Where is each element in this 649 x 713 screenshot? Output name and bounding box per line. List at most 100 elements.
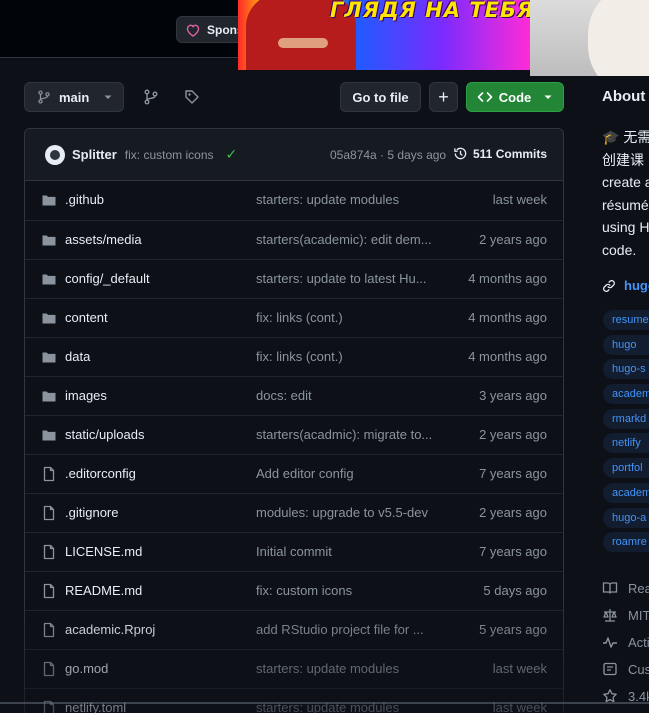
file-name-link[interactable]: .editorconfig bbox=[65, 466, 136, 481]
go-to-file-button[interactable]: Go to file bbox=[340, 82, 421, 112]
file-name-link[interactable]: go.mod bbox=[65, 661, 108, 676]
heart-icon bbox=[186, 24, 200, 37]
branch-select-button[interactable]: main bbox=[24, 82, 124, 112]
code-button[interactable]: Code bbox=[466, 82, 564, 112]
sidebar-meta-link[interactable]: Activity bbox=[602, 630, 649, 654]
file-commit-message-link[interactable]: starters(academic): edit dem... bbox=[256, 232, 436, 247]
commit-count-link[interactable]: 511 Commits bbox=[453, 146, 547, 161]
file-commit-message-link[interactable]: starters: update to latest Hu... bbox=[256, 271, 436, 286]
file-commit-date: 2 years ago bbox=[479, 427, 547, 442]
link-icon bbox=[603, 279, 615, 292]
about-description: 🎓 无需 创建课 create a résumé using H code. bbox=[602, 126, 649, 262]
topic-tag[interactable]: portfol bbox=[603, 458, 649, 479]
file-commit-message-link[interactable]: add RStudio project file for ... bbox=[256, 622, 436, 637]
topic-tag[interactable]: academ bbox=[603, 384, 649, 405]
homepage-link-label: hugo bbox=[624, 278, 649, 293]
file-commit-date: 4 months ago bbox=[468, 310, 547, 325]
file-icon bbox=[41, 466, 57, 482]
branch-icon bbox=[38, 90, 50, 104]
commit-author[interactable]: Splitter bbox=[72, 147, 117, 162]
file-name-link[interactable]: images bbox=[65, 388, 107, 403]
chevron-down-icon bbox=[104, 95, 112, 99]
file-commit-date: 2 years ago bbox=[479, 505, 547, 520]
file-commit-message-link[interactable]: starters(acadmic): migrate to... bbox=[256, 427, 436, 442]
sidebar-meta-link[interactable]: 3.4k bbox=[602, 684, 649, 708]
file-commit-message-link[interactable]: starters: update modules bbox=[256, 661, 436, 676]
file-commit-date: 7 years ago bbox=[479, 466, 547, 481]
file-commit-date: last week bbox=[492, 661, 547, 676]
add-file-button[interactable]: + bbox=[429, 82, 458, 112]
file-commit-message-link[interactable]: Add editor config bbox=[256, 466, 436, 481]
book-icon bbox=[602, 580, 618, 596]
table-row[interactable]: .editorconfig Add editor config 7 years ag… bbox=[25, 454, 563, 493]
table-row[interactable]: content fix: links (cont.) 4 months ago bbox=[25, 298, 563, 337]
file-commit-message-link[interactable]: Initial commit bbox=[256, 544, 436, 559]
sidebar-meta-label: Activity bbox=[628, 634, 649, 650]
file-commit-message-link[interactable]: fix: links (cont.) bbox=[256, 310, 436, 325]
file-name-link[interactable]: .gitignore bbox=[65, 505, 118, 520]
commit-hash-time[interactable]: 05a874a · 5 days ago bbox=[330, 148, 446, 162]
topic-tag[interactable]: hugo-a bbox=[603, 507, 649, 528]
table-row[interactable]: .github starters: update modules last week bbox=[25, 181, 563, 220]
overlay-webcam-image bbox=[530, 0, 649, 76]
tag-icon[interactable] bbox=[184, 89, 200, 105]
topic-tag[interactable]: netlify bbox=[603, 433, 649, 454]
topic-tag[interactable]: academ bbox=[603, 482, 649, 503]
branches-icon[interactable] bbox=[143, 89, 159, 105]
avatar[interactable] bbox=[45, 144, 65, 165]
file-name-link[interactable]: assets/media bbox=[65, 232, 142, 247]
go-to-file-label: Go to file bbox=[352, 89, 409, 105]
table-row[interactable]: .gitignore modules: upgrade to v5.5-dev 2 … bbox=[25, 493, 563, 532]
check-icon[interactable]: ✓ bbox=[226, 146, 238, 163]
file-name-link[interactable]: academic.Rproj bbox=[65, 622, 155, 637]
about-description-line: 创建课 bbox=[602, 151, 644, 168]
sponsor-button[interactable]: Sponsor bbox=[176, 16, 246, 43]
topic-tag[interactable]: hugo-s bbox=[603, 359, 649, 380]
webcam-face bbox=[588, 0, 649, 76]
file-commit-message-link[interactable]: fix: links (cont.) bbox=[256, 349, 436, 364]
topic-tag[interactable]: rmarkd bbox=[603, 408, 649, 429]
file-icon bbox=[41, 544, 57, 560]
sidebar-meta-link[interactable]: Readme bbox=[602, 576, 649, 600]
divider bbox=[0, 702, 649, 704]
file-icon bbox=[41, 622, 57, 638]
table-row[interactable]: images docs: edit 3 years ago bbox=[25, 376, 563, 415]
folder-icon bbox=[41, 271, 57, 287]
sidebar-meta-link[interactable]: Custom bbox=[602, 657, 649, 681]
file-commit-message-link[interactable]: modules: upgrade to v5.5-dev bbox=[256, 505, 436, 520]
topic-tag[interactable]: roamre bbox=[603, 532, 649, 553]
file-commit-date: 3 years ago bbox=[479, 388, 547, 403]
table-row[interactable]: assets/media starters(academic): edit dem… bbox=[25, 220, 563, 259]
about-description-line: code. bbox=[602, 241, 637, 258]
commit-message[interactable]: fix: custom icons bbox=[125, 148, 214, 162]
table-row[interactable]: static/uploads starters(acadmic): migrate… bbox=[25, 415, 563, 454]
file-name-link[interactable]: content bbox=[65, 310, 108, 325]
file-name-link[interactable]: LICENSE.md bbox=[65, 544, 142, 559]
file-name-link[interactable]: README.md bbox=[65, 583, 142, 598]
file-commit-date: 4 months ago bbox=[468, 349, 547, 364]
file-name-link[interactable]: .github bbox=[65, 192, 104, 207]
table-row[interactable]: go.mod starters: update modules last week bbox=[25, 649, 563, 688]
banner-person-arm bbox=[278, 38, 328, 48]
file-commit-message-link[interactable]: starters: update modules bbox=[256, 192, 436, 207]
overlay-video-banner: ГЛЯДЯ НА ТЕБЯ bbox=[238, 0, 530, 70]
topic-list: resume hugo hugo-s academ rmarkd netlify portf… bbox=[603, 310, 649, 557]
file-name-link[interactable]: data bbox=[65, 349, 90, 364]
sidebar-meta-label: Readme bbox=[628, 580, 649, 596]
topic-tag[interactable]: hugo bbox=[603, 334, 649, 355]
file-commit-date: 4 months ago bbox=[468, 271, 547, 286]
file-name-link[interactable]: static/uploads bbox=[65, 427, 145, 442]
table-row[interactable]: LICENSE.md Initial commit 7 years ago bbox=[25, 532, 563, 571]
file-commit-date: 7 years ago bbox=[479, 544, 547, 559]
table-row[interactable]: academic.Rproj add RStudio project file f… bbox=[25, 610, 563, 649]
homepage-link[interactable]: hugo bbox=[602, 278, 649, 293]
topic-tag[interactable]: resume bbox=[603, 310, 649, 330]
table-row[interactable]: README.md fix: custom icons 5 days ago bbox=[25, 571, 563, 610]
file-name-link[interactable]: config/_default bbox=[65, 271, 150, 286]
table-row[interactable]: netlify.toml starters: update modules last… bbox=[25, 688, 563, 713]
sidebar-meta-link[interactable]: MIT bbox=[602, 603, 649, 627]
file-commit-message-link[interactable]: fix: custom icons bbox=[256, 583, 436, 598]
table-row[interactable]: data fix: links (cont.) 4 months ago bbox=[25, 337, 563, 376]
table-row[interactable]: config/_default starters: update to lates… bbox=[25, 259, 563, 298]
file-commit-message-link[interactable]: docs: edit bbox=[256, 388, 436, 403]
